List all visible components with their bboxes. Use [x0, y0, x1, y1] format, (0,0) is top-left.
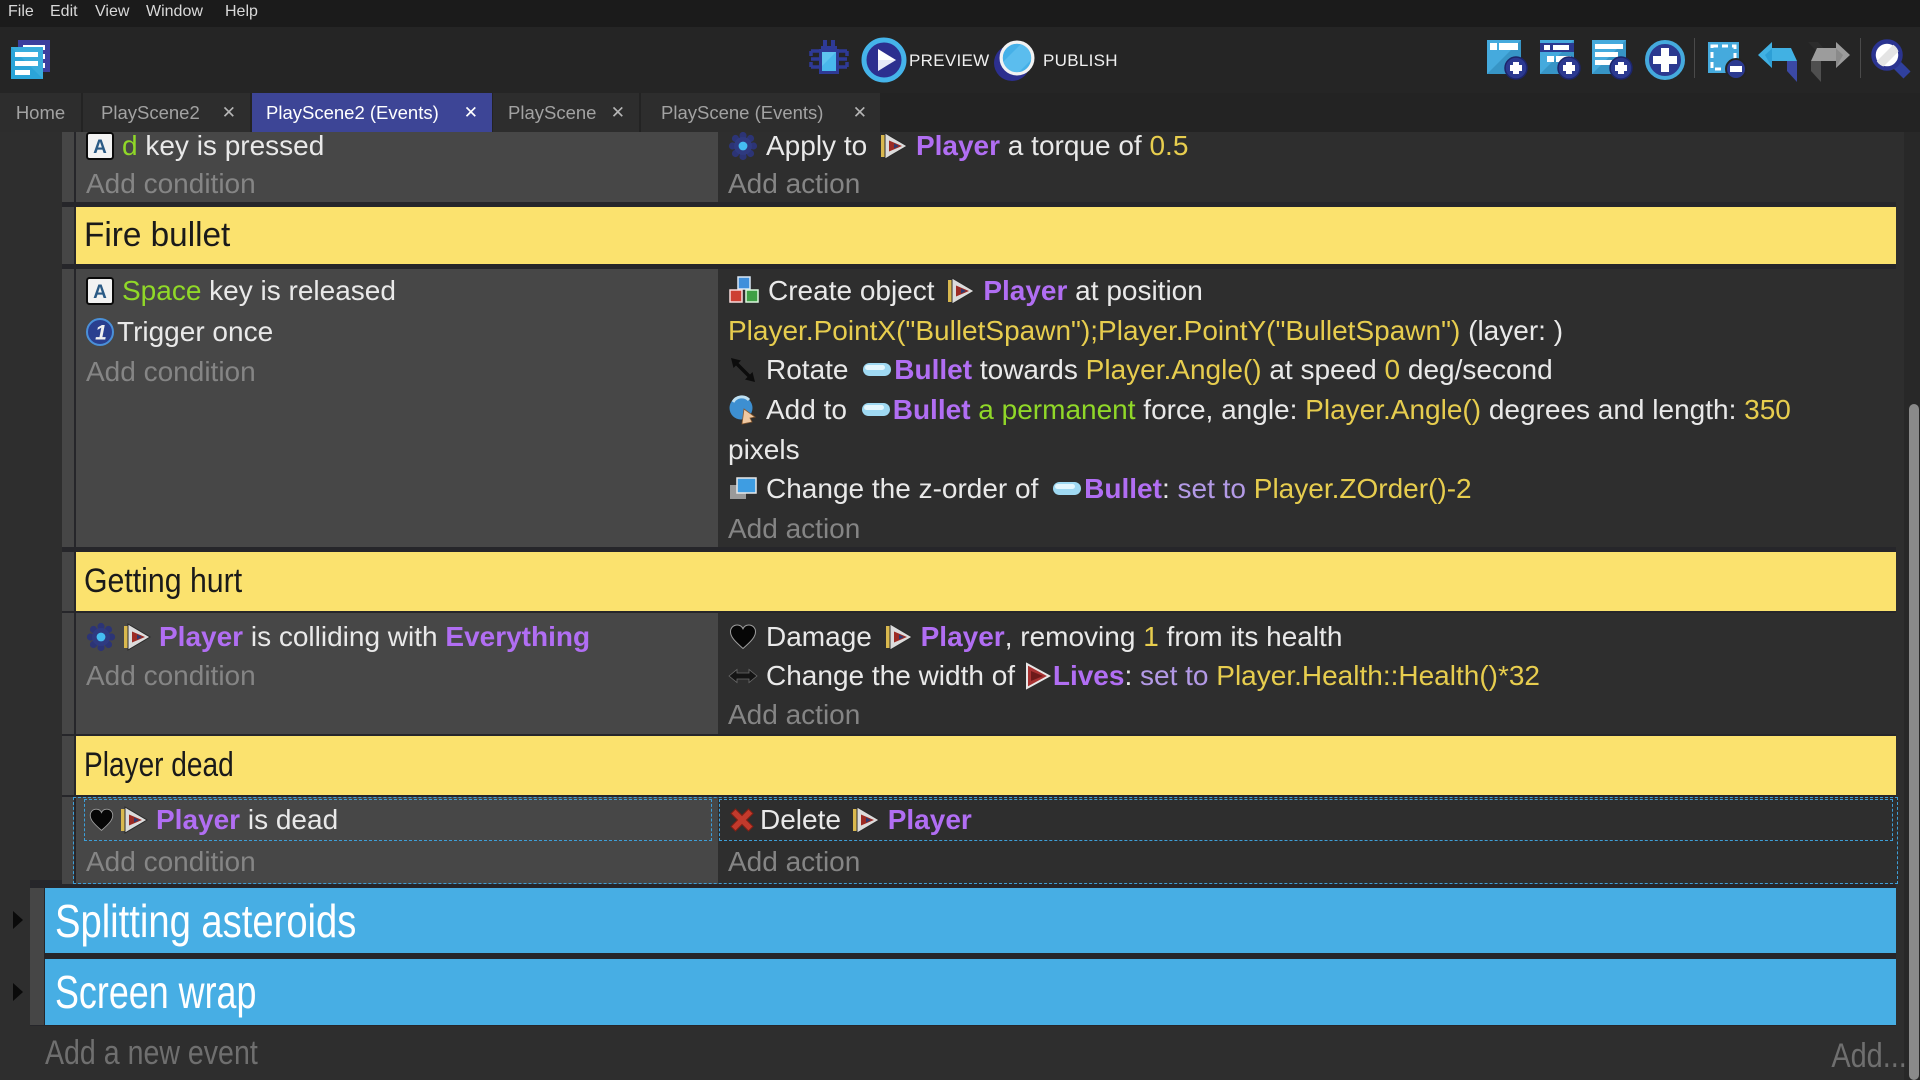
svg-text:A: A [93, 137, 107, 158]
svg-text:A: A [93, 282, 107, 303]
svg-text:1: 1 [95, 321, 107, 344]
